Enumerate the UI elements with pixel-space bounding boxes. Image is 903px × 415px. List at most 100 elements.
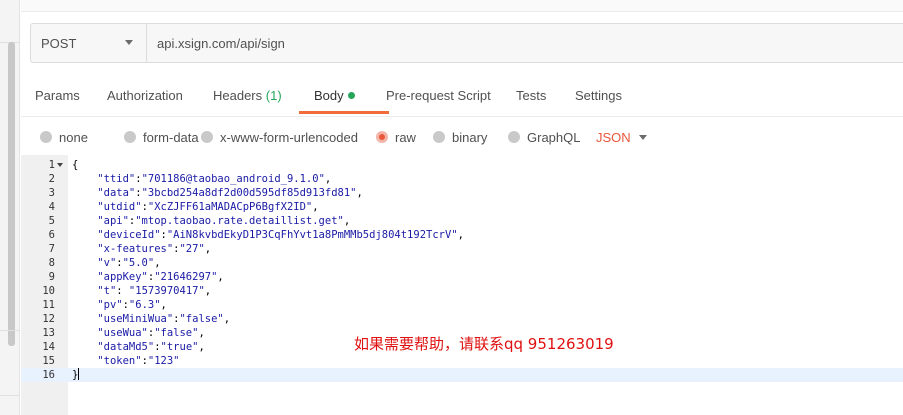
radio-label: form-data xyxy=(143,129,199,145)
line-number: 16 xyxy=(42,369,55,381)
line-number: 13 xyxy=(42,327,55,339)
radio-graphql[interactable]: GraphQL xyxy=(508,122,580,152)
code-line[interactable]: 2 "ttid":"701186@taobao_android_9.1.0", xyxy=(21,172,903,186)
active-tab-indicator xyxy=(299,111,389,114)
json-value: "true" xyxy=(160,341,199,353)
radio-icon xyxy=(433,131,445,143)
radio-form-data[interactable]: form-data xyxy=(124,122,199,152)
json-comma: , xyxy=(223,313,231,325)
json-comma: , xyxy=(198,327,205,339)
line-number: 11 xyxy=(42,299,55,311)
code-line[interactable]: 3 "data":"3bcbd254a8df2d00d595df85d913fd… xyxy=(21,186,903,200)
text-cursor xyxy=(78,368,80,380)
left-scrollbar[interactable] xyxy=(8,42,15,346)
url-input[interactable]: api.xsign.com/api/sign xyxy=(146,23,903,63)
chevron-down-icon xyxy=(125,40,133,45)
json-key: "ttid" xyxy=(97,173,136,185)
json-value: "false" xyxy=(154,327,199,339)
code-text: "pv":"6.3", xyxy=(72,298,167,312)
top-bar xyxy=(21,0,903,12)
line-number: 10 xyxy=(42,285,55,297)
tab-headers[interactable]: Headers (1) xyxy=(213,78,282,115)
radio-label: none xyxy=(59,129,88,145)
json-comma: , xyxy=(312,201,319,213)
format-value: JSON xyxy=(596,129,631,145)
code-line[interactable]: 7 "x-features":"27", xyxy=(21,242,903,256)
json-comma: , xyxy=(204,243,212,255)
tab-settings[interactable]: Settings xyxy=(575,78,622,115)
tab-authorization[interactable]: Authorization xyxy=(107,78,183,115)
code-text: "t": "1573970417", xyxy=(72,284,211,298)
json-comma: , xyxy=(324,173,332,185)
fold-arrow-icon[interactable] xyxy=(57,163,63,167)
headers-count-badge: (1) xyxy=(265,88,282,103)
tab-tests[interactable]: Tests xyxy=(516,78,546,115)
json-key: "pv" xyxy=(97,299,123,311)
method-select[interactable]: POST xyxy=(30,23,146,63)
line-number: 12 xyxy=(42,313,55,325)
code-line[interactable]: 11 "pv":"6.3", xyxy=(21,298,903,312)
tab-pre-request-script[interactable]: Pre-request Script xyxy=(386,78,491,115)
format-select[interactable]: JSON xyxy=(596,122,631,152)
radio-icon xyxy=(201,131,213,143)
status-dot-icon xyxy=(347,92,355,99)
line-number: 5 xyxy=(48,215,55,227)
chevron-down-icon[interactable] xyxy=(639,135,647,140)
radio-raw[interactable]: raw xyxy=(376,122,416,152)
json-value: "mtop.taobao.rate.detaillist.get" xyxy=(135,215,344,227)
tab-body[interactable]: Body xyxy=(314,78,355,115)
code-text: "dataMd5":"true", xyxy=(72,340,205,354)
help-note: 如果需要帮助，请联系qq 951263019 xyxy=(354,335,614,353)
code-editor[interactable]: 1{2 "ttid":"701186@taobao_android_9.1.0"… xyxy=(21,155,903,415)
json-value: "701186@taobao_android_9.1.0" xyxy=(141,173,325,185)
json-key: "t" xyxy=(97,285,117,297)
tab-label: Params xyxy=(35,88,80,103)
code-text: "ttid":"701186@taobao_android_9.1.0", xyxy=(72,172,331,186)
code-text: "api":"mtop.taobao.rate.detaillist.get", xyxy=(72,214,350,228)
line-number: 6 xyxy=(48,229,55,241)
json-value: "27" xyxy=(179,243,205,255)
tab-label: Pre-request Script xyxy=(386,88,491,103)
radio-label: GraphQL xyxy=(527,129,581,145)
radio-selected-icon xyxy=(376,131,388,143)
code-line[interactable]: 5 "api":"mtop.taobao.rate.detaillist.get… xyxy=(21,214,903,228)
line-number: 2 xyxy=(48,173,55,185)
json-key: "deviceId" xyxy=(97,229,161,241)
json-key: "utdid" xyxy=(97,201,142,213)
json-comma: , xyxy=(160,299,167,311)
code-line[interactable]: 8 "v":"5.0", xyxy=(21,256,903,270)
code-line[interactable]: 1{ xyxy=(21,158,903,172)
json-comma: , xyxy=(356,187,363,199)
tab-params[interactable]: Params xyxy=(35,78,80,115)
json-key: "api" xyxy=(97,215,129,227)
code-line[interactable]: 16} xyxy=(21,368,903,382)
json-value: "123" xyxy=(147,355,180,367)
code-line[interactable]: 12 "useMiniWua":"false", xyxy=(21,312,903,326)
json-key: "token" xyxy=(97,355,142,367)
code-text: } xyxy=(72,368,80,382)
panel-divider xyxy=(0,330,20,331)
code-line[interactable]: 10 "t": "1573970417", xyxy=(21,284,903,298)
line-number: 14 xyxy=(42,341,55,353)
json-value: "3bcbd254a8df2d00d595df85d913fd81" xyxy=(141,187,357,199)
tab-label: Tests xyxy=(516,88,547,103)
code-line[interactable]: 4 "utdid":"XcZJFF61aMADACpP6BgfX2ID", xyxy=(21,200,903,214)
code-line[interactable]: 9 "appKey":"21646297", xyxy=(21,270,903,284)
json-value: "AiN8kvbdEkyD1P3CqFhYvt1a8PmMMb5dj804t19… xyxy=(166,229,458,241)
json-key: "v" xyxy=(97,257,117,269)
radio-binary[interactable]: binary xyxy=(433,122,487,152)
radio-x-www-form-urlencoded[interactable]: x-www-form-urlencoded xyxy=(201,122,358,152)
radio-icon xyxy=(124,131,136,143)
code-line[interactable]: 6 "deviceId":"AiN8kvbdEkyD1P3CqFhYvt1a8P… xyxy=(21,228,903,242)
body-type-options: none form-data x-www-form-urlencoded raw… xyxy=(21,122,903,152)
json-value: "21646297" xyxy=(154,271,218,283)
radio-none[interactable]: none xyxy=(40,122,88,152)
radio-icon xyxy=(508,131,520,143)
json-comma: , xyxy=(343,215,351,227)
panel-divider xyxy=(0,395,20,396)
left-panel-strip xyxy=(0,0,20,415)
json-comma: , xyxy=(457,229,464,241)
request-tabs: Params Authorization Headers (1) Body Pr… xyxy=(21,78,903,115)
radio-label: raw xyxy=(395,129,416,145)
code-line[interactable]: 15 "token":"123" xyxy=(21,354,903,368)
